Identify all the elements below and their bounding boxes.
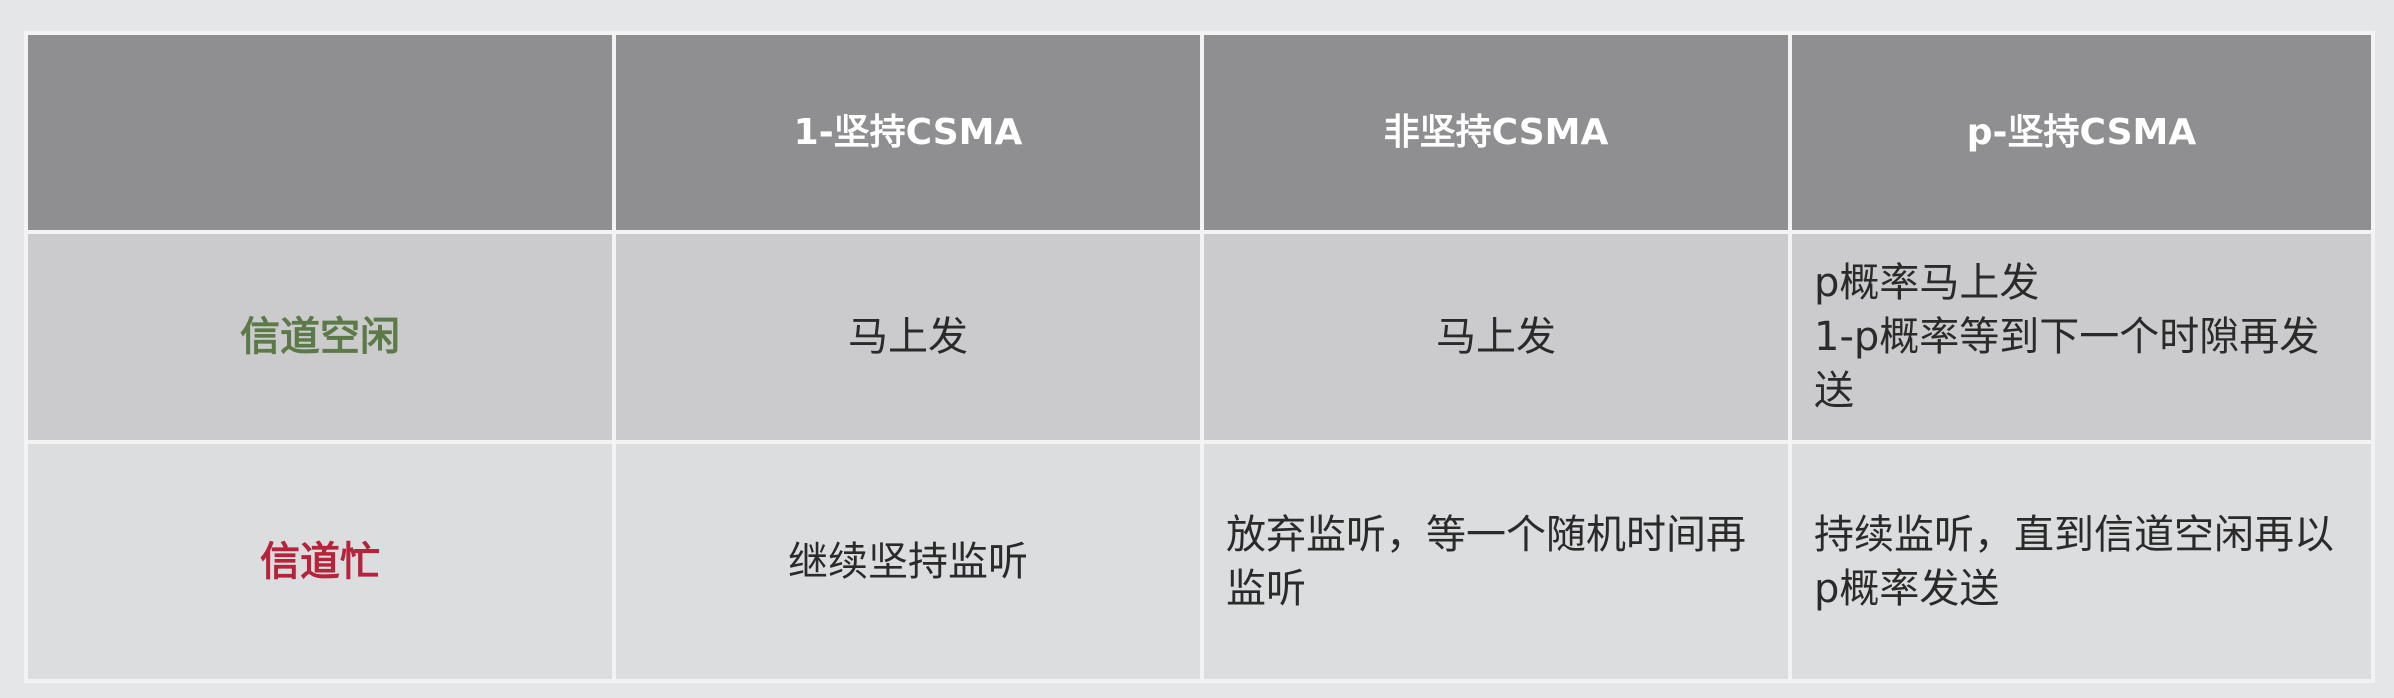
header-p-persistent: p-坚持CSMA xyxy=(1788,31,2375,234)
header-non-persistent: 非坚持CSMA xyxy=(1200,31,1792,234)
cell-busy-p-persistent: 持续监听，直到信道空闲再以p概率发送 xyxy=(1788,440,2375,683)
csma-comparison-table: 1-坚持CSMA 非坚持CSMA p-坚持CSMA 信道空闲 马上发 马上发 p… xyxy=(24,31,2375,683)
header-1-persistent: 1-坚持CSMA xyxy=(612,31,1204,234)
header-empty xyxy=(24,31,616,234)
table-row-channel-idle: 信道空闲 马上发 马上发 p概率马上发 1-p概率等到下一个时隙再发送 xyxy=(24,230,2375,444)
cell-idle-non-persistent: 马上发 xyxy=(1200,230,1792,444)
header-row: 1-坚持CSMA 非坚持CSMA p-坚持CSMA xyxy=(24,31,2375,234)
cell-idle-p-persistent: p概率马上发 1-p概率等到下一个时隙再发送 xyxy=(1788,230,2375,444)
cell-busy-non-persistent: 放弃监听，等一个随机时间再监听 xyxy=(1200,440,1792,683)
table-row-channel-busy: 信道忙 继续坚持监听 放弃监听，等一个随机时间再监听 持续监听，直到信道空闲再以… xyxy=(24,440,2375,683)
cell-idle-1-persistent: 马上发 xyxy=(612,230,1204,444)
row-label-busy: 信道忙 xyxy=(24,440,616,683)
row-label-idle: 信道空闲 xyxy=(24,230,616,444)
cell-busy-1-persistent: 继续坚持监听 xyxy=(612,440,1204,683)
